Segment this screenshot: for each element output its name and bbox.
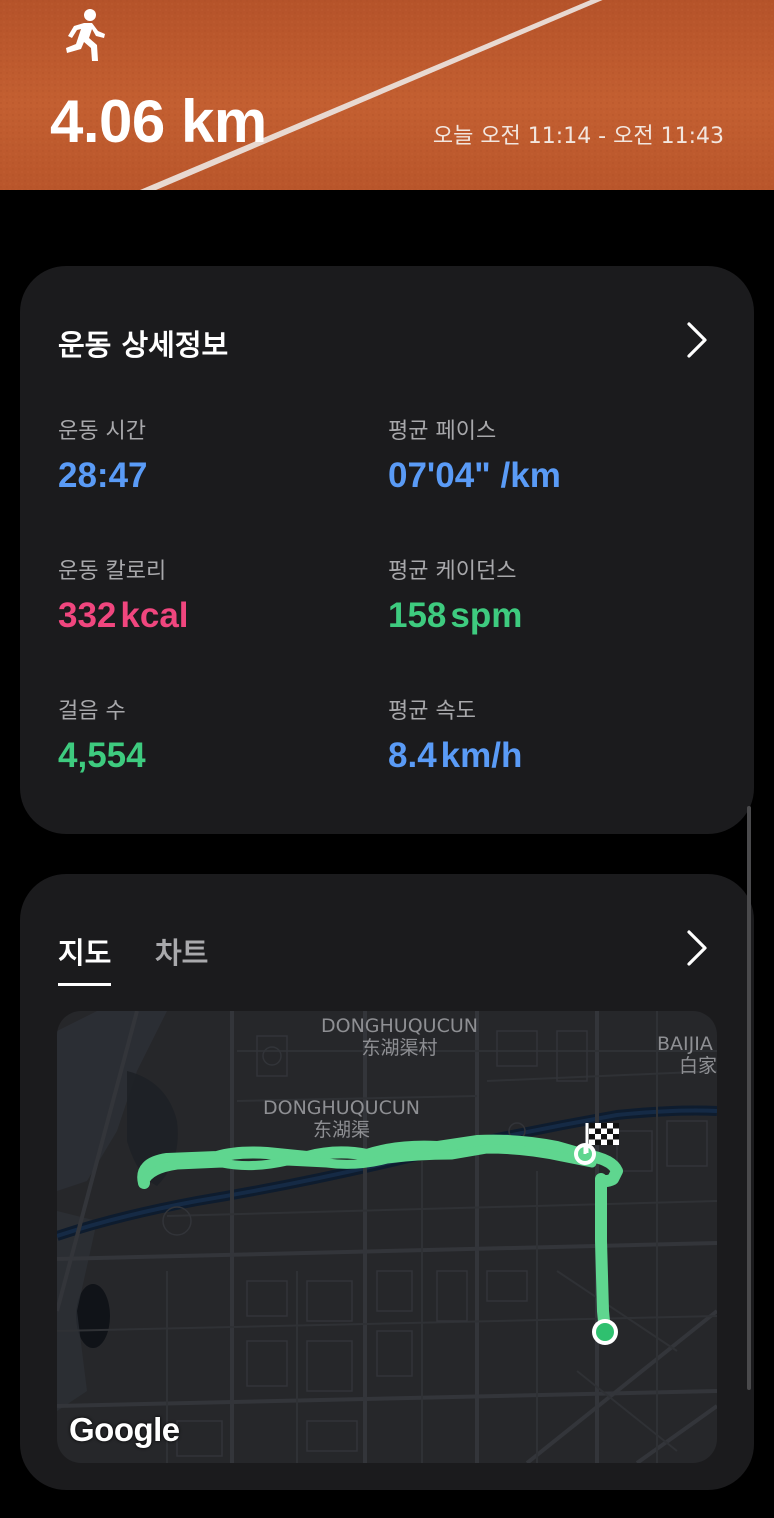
tab-chart[interactable]: 차트 [155, 930, 208, 972]
distance-value: 4.06 km [50, 88, 267, 155]
route-map-card: 지도 차트 DONGHUQUCUN 东湖渠村 DONGHUQUCUN 东湖渠 B… [20, 874, 754, 1490]
stat-calories: 운동 칼로리 332 kcal [58, 558, 189, 638]
map-label-baijia: BAIJIA 白家 [657, 1033, 717, 1077]
workout-details-card[interactable]: 운동 상세정보 운동 시간 28:47 평균 페이스 07'04" /km 운동… [20, 266, 754, 834]
stat-avg-speed: 평균 속도 8.4 km/h [388, 698, 522, 778]
stat-label: 평균 페이스 [388, 419, 497, 444]
stat-label: 걸음 수 [58, 699, 126, 724]
stat-duration: 운동 시간 28:47 [58, 418, 148, 498]
stat-value: 332 kcal [58, 596, 189, 635]
stat-value: 8.4 km/h [388, 736, 523, 775]
stat-label: 평균 속도 [388, 699, 476, 724]
chevron-right-icon[interactable] [676, 928, 716, 968]
google-logo: Google [69, 1411, 180, 1448]
stat-steps: 걸음 수 4,554 [58, 698, 146, 778]
stat-label: 운동 시간 [58, 419, 146, 444]
stat-value: 158 spm [388, 596, 523, 635]
stat-label: 운동 칼로리 [58, 559, 167, 584]
map-canvas [57, 1011, 717, 1463]
stat-value: 28:47 [58, 456, 148, 495]
running-person-icon [66, 9, 105, 61]
details-title: 운동 상세정보 [58, 328, 229, 362]
route-map[interactable]: DONGHUQUCUN 东湖渠村 DONGHUQUCUN 东湖渠 BAIJIA … [57, 1011, 717, 1463]
stat-value: 4,554 [58, 736, 146, 775]
stat-avg-pace: 평균 페이스 07'04" /km [388, 418, 561, 498]
map-label-donghuqucun: DONGHUQUCUN 东湖渠村 [321, 1015, 478, 1059]
stat-label: 평균 케이던스 [388, 559, 517, 584]
stat-avg-cadence: 평균 케이던스 158 spm [388, 558, 522, 638]
activity-header: 4.06 km 오늘 오전 11:14 - 오전 11:43 [0, 0, 774, 190]
tab-map[interactable]: 지도 [58, 930, 112, 986]
map-label-donghuqucun-2: DONGHUQUCUN 东湖渠 [263, 1097, 420, 1141]
workout-time-range: 오늘 오전 11:14 - 오전 11:43 [432, 124, 724, 149]
stat-value: 07'04" /km [388, 456, 561, 495]
chevron-right-icon[interactable] [676, 320, 716, 360]
scrollbar[interactable] [747, 806, 751, 1390]
